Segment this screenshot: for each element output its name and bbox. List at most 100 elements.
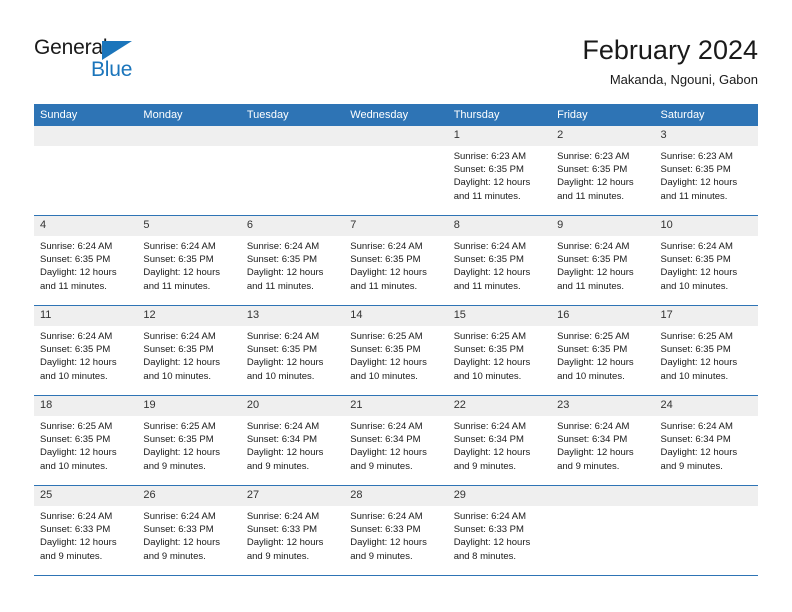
calendar-day-cell[interactable]: 25 Sunrise: 6:24 AM Sunset: 6:33 PM Dayligh… xyxy=(34,485,138,576)
sunset-time: Sunset: 6:34 PM xyxy=(453,434,524,446)
page-header: General Blue February 2024 Makanda, Ngou… xyxy=(0,0,792,104)
calendar-day-cell[interactable]: 8 Sunrise: 6:24 AM Sunset: 6:35 PM Daylight… xyxy=(447,215,552,306)
daylight-duration-line1: Daylight: 12 hours xyxy=(453,177,531,189)
calendar-day-cell[interactable]: 12 Sunrise: 6:24 AM Sunset: 6:35 PM Dayligh… xyxy=(137,305,241,396)
calendar-day-cell[interactable]: 5 Sunrise: 6:24 AM Sunset: 6:35 PM Daylight… xyxy=(137,215,241,306)
calendar-day-cell[interactable]: 20 Sunrise: 6:24 AM Sunset: 6:34 PM Dayligh… xyxy=(240,395,345,486)
calendar-day-cell[interactable]: 28 Sunrise: 6:24 AM Sunset: 6:33 PM Dayligh… xyxy=(344,485,448,576)
logo-text-blue: Blue xyxy=(91,58,133,81)
sunset-time: Sunset: 6:35 PM xyxy=(557,254,628,266)
calendar-week-row: 11 Sunrise: 6:24 AM Sunset: 6:35 PM Dayligh… xyxy=(34,305,758,396)
daylight-duration-line1: Daylight: 12 hours xyxy=(453,447,531,459)
daylight-duration-line1: Daylight: 12 hours xyxy=(453,267,531,279)
calendar-day-cell[interactable]: 18 Sunrise: 6:25 AM Sunset: 6:35 PM Dayligh… xyxy=(34,395,138,486)
daylight-duration-line2: and 9 minutes. xyxy=(246,550,310,562)
sunrise-time: Sunrise: 6:25 AM xyxy=(660,331,733,342)
day-number: 9 xyxy=(551,216,655,236)
calendar-day-cell[interactable]: 22 Sunrise: 6:24 AM Sunset: 6:34 PM Dayligh… xyxy=(447,395,552,486)
sunrise-time: Sunrise: 6:24 AM xyxy=(660,421,733,432)
day-number: 2 xyxy=(551,126,655,146)
day-sun-info: Sunrise: 6:23 AM Sunset: 6:35 PM Daylight:… xyxy=(655,146,758,203)
sunset-time: Sunset: 6:33 PM xyxy=(40,524,111,536)
daylight-duration-line2: and 11 minutes. xyxy=(246,280,314,292)
daylight-duration-line1: Daylight: 12 hours xyxy=(40,537,117,549)
calendar-header-row: Sunday Monday Tuesday Wednesday Thursday… xyxy=(34,104,758,126)
calendar-day-cell[interactable]: 7 Sunrise: 6:24 AM Sunset: 6:35 PM Daylight… xyxy=(344,215,448,306)
sunset-time: Sunset: 6:35 PM xyxy=(40,344,111,356)
daylight-duration-line2: and 10 minutes. xyxy=(660,280,729,292)
weekday-header-tuesday: Tuesday xyxy=(240,104,345,126)
day-number xyxy=(344,126,448,146)
day-number: 17 xyxy=(654,306,758,326)
day-number: 14 xyxy=(344,306,448,326)
day-number xyxy=(137,126,241,146)
daylight-duration-line1: Daylight: 12 hours xyxy=(453,537,531,549)
sunset-time: Sunset: 6:34 PM xyxy=(350,434,421,446)
title-block: February 2024 Makanda, Ngouni, Gabon xyxy=(582,34,758,90)
sunset-time: Sunset: 6:35 PM xyxy=(660,254,731,266)
daylight-duration-line2: and 9 minutes. xyxy=(660,460,723,472)
sunset-time: Sunset: 6:35 PM xyxy=(453,344,524,356)
calendar-empty-cell xyxy=(137,126,241,216)
calendar-day-cell[interactable]: 14 Sunrise: 6:25 AM Sunset: 6:35 PM Dayligh… xyxy=(344,305,448,396)
sunset-time: Sunset: 6:35 PM xyxy=(660,164,731,176)
day-number: 4 xyxy=(34,216,138,236)
calendar-day-cell[interactable]: 19 Sunrise: 6:25 AM Sunset: 6:35 PM Dayligh… xyxy=(137,395,241,486)
calendar-day-cell[interactable]: 21 Sunrise: 6:24 AM Sunset: 6:34 PM Dayligh… xyxy=(344,395,448,486)
weekday-header-saturday: Saturday xyxy=(654,104,758,126)
day-number: 16 xyxy=(551,306,655,326)
day-number: 10 xyxy=(654,216,758,236)
calendar-day-cell[interactable]: 11 Sunrise: 6:24 AM Sunset: 6:35 PM Dayligh… xyxy=(34,305,138,396)
sunset-time: Sunset: 6:33 PM xyxy=(246,524,318,536)
calendar-day-cell[interactable]: 23 Sunrise: 6:24 AM Sunset: 6:34 PM Dayligh… xyxy=(551,395,655,486)
weekday-header-wednesday: Wednesday xyxy=(344,104,448,126)
day-sun-info: Sunrise: 6:24 AM Sunset: 6:35 PM Daylight:… xyxy=(448,236,551,293)
daylight-duration-line1: Daylight: 12 hours xyxy=(350,357,427,369)
sunrise-time: Sunrise: 6:24 AM xyxy=(557,241,630,252)
calendar-day-cell[interactable]: 9 Sunrise: 6:24 AM Sunset: 6:35 PM Daylight… xyxy=(551,215,655,306)
calendar-day-cell[interactable]: 17 Sunrise: 6:25 AM Sunset: 6:35 PM Dayligh… xyxy=(654,305,758,396)
sunrise-time: Sunrise: 6:24 AM xyxy=(143,331,216,342)
daylight-duration-line1: Daylight: 12 hours xyxy=(350,447,427,459)
daylight-duration-line2: and 11 minutes. xyxy=(557,280,625,292)
day-number: 6 xyxy=(240,216,345,236)
sunrise-time: Sunrise: 6:23 AM xyxy=(453,151,527,162)
sunrise-time: Sunrise: 6:24 AM xyxy=(40,241,113,252)
daylight-duration-line2: and 9 minutes. xyxy=(557,460,620,472)
day-sun-info: Sunrise: 6:24 AM Sunset: 6:35 PM Daylight:… xyxy=(551,236,654,293)
calendar-day-cell[interactable]: 26 Sunrise: 6:24 AM Sunset: 6:33 PM Dayligh… xyxy=(137,485,241,576)
day-sun-info: Sunrise: 6:24 AM Sunset: 6:34 PM Daylight:… xyxy=(448,416,551,473)
calendar-day-cell[interactable]: 27 Sunrise: 6:24 AM Sunset: 6:33 PM Dayligh… xyxy=(240,485,345,576)
calendar-day-cell[interactable]: 13 Sunrise: 6:24 AM Sunset: 6:35 PM Dayligh… xyxy=(240,305,345,396)
daylight-duration-line1: Daylight: 12 hours xyxy=(40,357,117,369)
day-number: 13 xyxy=(240,306,345,326)
sunset-time: Sunset: 6:35 PM xyxy=(557,344,628,356)
sunrise-time: Sunrise: 6:24 AM xyxy=(660,241,733,252)
daylight-duration-line2: and 9 minutes. xyxy=(143,550,206,562)
day-sun-info: Sunrise: 6:25 AM Sunset: 6:35 PM Daylight:… xyxy=(655,326,758,383)
calendar-day-cell[interactable]: 6 Sunrise: 6:24 AM Sunset: 6:35 PM Daylight… xyxy=(240,215,345,306)
general-blue-logo[interactable]: General Blue xyxy=(34,36,164,84)
calendar-empty-cell xyxy=(551,485,655,576)
day-number: 1 xyxy=(447,126,552,146)
day-number xyxy=(551,486,655,506)
sunset-time: Sunset: 6:35 PM xyxy=(246,344,318,356)
sunset-time: Sunset: 6:33 PM xyxy=(350,524,421,536)
daylight-duration-line2: and 11 minutes. xyxy=(350,280,418,292)
calendar-day-cell[interactable]: 3 Sunrise: 6:23 AM Sunset: 6:35 PM Daylight… xyxy=(654,126,758,216)
calendar-day-cell[interactable]: 2 Sunrise: 6:23 AM Sunset: 6:35 PM Daylight… xyxy=(551,126,655,216)
calendar-day-cell[interactable]: 1 Sunrise: 6:23 AM Sunset: 6:35 PM Daylight… xyxy=(447,126,552,216)
day-number: 29 xyxy=(447,486,552,506)
day-sun-info: Sunrise: 6:25 AM Sunset: 6:35 PM Daylight:… xyxy=(137,416,240,473)
calendar-day-cell[interactable]: 29 Sunrise: 6:24 AM Sunset: 6:33 PM Dayligh… xyxy=(447,485,552,576)
calendar-empty-cell xyxy=(240,126,345,216)
calendar-day-cell[interactable]: 15 Sunrise: 6:25 AM Sunset: 6:35 PM Dayligh… xyxy=(447,305,552,396)
day-sun-info: Sunrise: 6:24 AM Sunset: 6:35 PM Daylight:… xyxy=(241,236,344,293)
calendar-day-cell[interactable]: 10 Sunrise: 6:24 AM Sunset: 6:35 PM Dayligh… xyxy=(654,215,758,306)
calendar-day-cell[interactable]: 4 Sunrise: 6:24 AM Sunset: 6:35 PM Daylight… xyxy=(34,215,138,306)
calendar-day-cell[interactable]: 16 Sunrise: 6:25 AM Sunset: 6:35 PM Dayligh… xyxy=(551,305,655,396)
day-sun-info: Sunrise: 6:25 AM Sunset: 6:35 PM Daylight:… xyxy=(34,416,137,473)
sunset-time: Sunset: 6:35 PM xyxy=(40,254,111,266)
day-number: 20 xyxy=(240,396,345,416)
calendar-day-cell[interactable]: 24 Sunrise: 6:24 AM Sunset: 6:34 PM Dayligh… xyxy=(654,395,758,486)
